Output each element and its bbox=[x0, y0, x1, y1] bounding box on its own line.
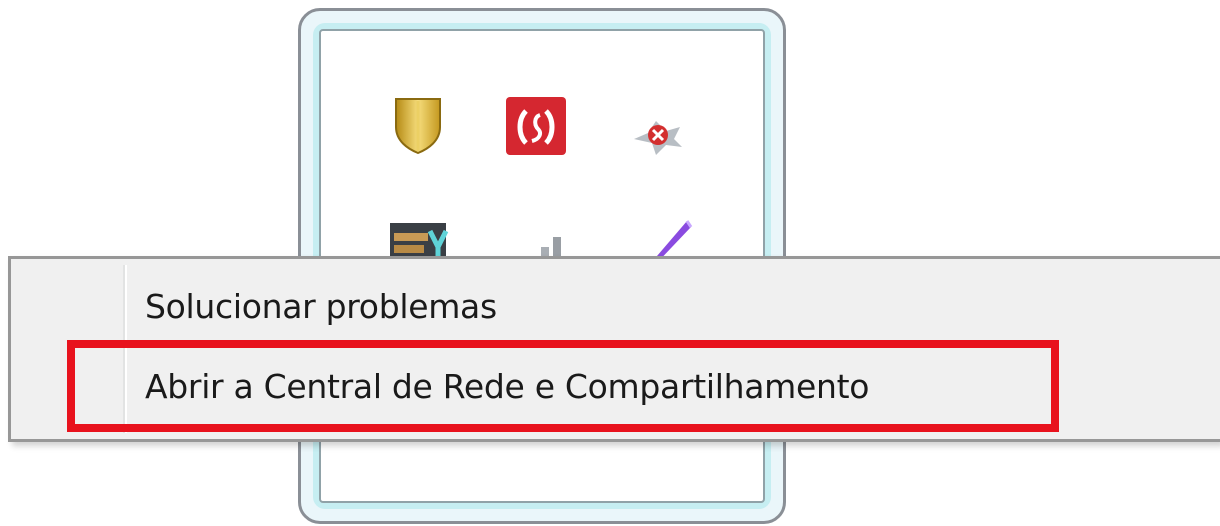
network-error-icon[interactable] bbox=[626, 103, 690, 167]
menu-item-troubleshoot[interactable]: Solucionar problemas bbox=[145, 287, 497, 326]
security-shield-icon[interactable] bbox=[386, 93, 450, 157]
adobe-flash-icon[interactable] bbox=[504, 95, 568, 159]
annotation-highlight-box bbox=[67, 340, 1059, 432]
